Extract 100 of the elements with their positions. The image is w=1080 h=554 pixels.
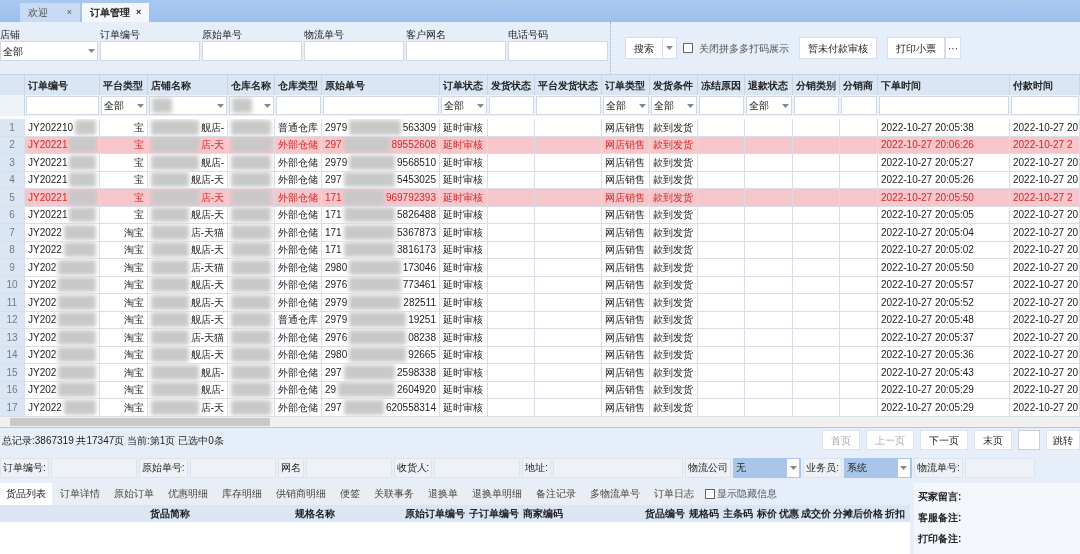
detail-tab[interactable]: 便签	[334, 482, 366, 505]
horizontal-scrollbar[interactable]	[0, 416, 1080, 427]
column-header[interactable]: 分销类别	[796, 77, 836, 93]
filter-select[interactable]: 全部	[101, 96, 147, 115]
tab[interactable]: 欢迎 ×	[20, 3, 80, 22]
column-header[interactable]: 订单类型	[605, 77, 645, 93]
filter-select[interactable]: 全部	[603, 96, 649, 115]
column-header[interactable]: 仓库名称	[231, 77, 271, 93]
order-row[interactable]: 10 JY202 淘宝 舰店-天 外部仓储 2976 773461 延时审核 网店销售 款到发货 2022-10-27 20:05:57 2022-10-27 20	[0, 276, 1080, 294]
filter-select[interactable]: 全部	[441, 96, 487, 115]
filter-field[interactable]	[1011, 96, 1079, 115]
column-header[interactable]: 货品编号	[645, 505, 689, 521]
column-header[interactable]: 平台发货状态	[538, 77, 598, 93]
detail-tab[interactable]: 退换单明细	[466, 482, 528, 505]
store-select[interactable]: 全部	[0, 41, 98, 61]
column-header[interactable]: 冻结原因	[701, 77, 741, 93]
column-header[interactable]: 成交价	[801, 505, 833, 521]
detail-tab[interactable]: 库存明细	[216, 482, 268, 505]
order-row[interactable]: 12 JY202 淘宝 舰店-天 普通仓库 2979 19251 延时审核 网店销售 款到发货 2022-10-27 20:05:48 2022-10-27 20	[0, 311, 1080, 329]
filter-field[interactable]	[536, 96, 601, 115]
pager-button[interactable]: 下一页	[920, 430, 968, 450]
filter-select[interactable]: 全部	[746, 96, 792, 115]
more-button[interactable]: ···	[945, 37, 961, 59]
detail-tab[interactable]: 备注记录	[530, 482, 582, 505]
dropdown-button[interactable]	[662, 38, 676, 58]
filter-field[interactable]	[276, 96, 321, 115]
detail-tab[interactable]: 优惠明细	[162, 482, 214, 505]
search-field[interactable]	[508, 41, 608, 61]
filter-field[interactable]	[323, 96, 439, 115]
column-header[interactable]: 商家编码	[523, 505, 645, 521]
search-field[interactable]	[304, 41, 404, 61]
checkbox[interactable]	[683, 43, 693, 53]
column-header[interactable]: 仓库类型	[278, 77, 318, 93]
toolbar-button[interactable]: 打印小票	[887, 37, 945, 59]
search-field[interactable]	[406, 41, 506, 61]
filter-select[interactable]	[149, 96, 227, 115]
column-header[interactable]: 主条码	[723, 505, 757, 521]
column-header[interactable]: 店铺名称	[151, 77, 191, 93]
select-field[interactable]: 无	[733, 457, 802, 478]
table-cell-text: 延时审核	[443, 155, 483, 170]
column-header[interactable]: 订单状态	[443, 77, 483, 93]
order-row[interactable]: 1 JY202210 宝 舰店- 普通仓库 2979 563309 延时审核 网店销售 款到发货 2022-10-27 20:05:38 2022-10-27 20	[0, 119, 1080, 137]
column-header[interactable]: 退款状态	[748, 77, 788, 93]
jump-button[interactable]: 跳转	[1046, 430, 1080, 450]
detail-tab[interactable]: 多物流单号	[584, 482, 646, 505]
page-field[interactable]	[1018, 430, 1040, 450]
search-field[interactable]	[100, 41, 200, 61]
filter-field[interactable]	[26, 96, 99, 115]
order-row[interactable]: 6 JY20221 宝 舰店-天 外部仓储 171 5826488 延时审核 网店销售 款到发货 2022-10-27 20:05:05 2022-10-27 20	[0, 206, 1080, 224]
detail-tab[interactable]: 货品列表	[0, 482, 52, 505]
filter-field[interactable]	[841, 96, 877, 115]
close-icon[interactable]: ×	[136, 5, 142, 20]
order-row[interactable]: 15 JY202 淘宝 舰店- 外部仓储 297 2598338 延时审核 网店销售 款到发货 2022-10-27 20:05:43 2022-10-27 20	[0, 364, 1080, 382]
column-header[interactable]: 发货状态	[491, 77, 531, 93]
order-row[interactable]: 13 JY202 淘宝 店-天猫 外部仓储 2976 08238 延时审核 网店销售 款到发货 2022-10-27 20:05:37 2022-10-27 20	[0, 329, 1080, 347]
detail-tab[interactable]: 关联事务	[368, 482, 420, 505]
column-header[interactable]: 发货条件	[653, 77, 693, 93]
order-row[interactable]: 3 JY20221 宝 舰店- 外部仓储 2979 9568510 延时审核 网店销售 款到发货 2022-10-27 20:05:27 2022-10-27 20	[0, 154, 1080, 172]
detail-tab[interactable]: 订单详情	[54, 482, 106, 505]
column-header[interactable]: 平台类型	[103, 77, 143, 93]
order-row[interactable]: 5 JY20221 宝 店-天 外部仓储 171 969792393 延时审核 网店销售 款到发货 2022-10-27 20:05:50 2022-10-27 2	[0, 189, 1080, 207]
filter-field[interactable]	[794, 96, 839, 115]
checkbox[interactable]	[705, 488, 715, 499]
filter-select[interactable]: 全部	[651, 96, 697, 115]
filter-select[interactable]	[229, 96, 274, 115]
column-header[interactable]: 优惠	[779, 505, 801, 521]
toolbar-button[interactable]: 暂未付款审核	[799, 37, 877, 59]
column-header[interactable]: 原始单号	[325, 77, 365, 93]
column-header[interactable]: 折扣	[885, 505, 907, 521]
search-field[interactable]	[202, 41, 302, 61]
column-header[interactable]: 分销商	[843, 77, 873, 93]
column-header[interactable]: 规格码	[689, 505, 723, 521]
order-row[interactable]: 8 JY2022 淘宝 舰店-天 外部仓储 171 3816173 延时审核 网店销售 款到发货 2022-10-27 20:05:02 2022-10-27 20	[0, 241, 1080, 259]
column-header[interactable]: 付款时间	[1013, 77, 1053, 93]
order-row[interactable]: 17 JY2022 淘宝 店-天 外部仓储 297 620558314 延时审核 网店销售 款到发货 2022-10-27 20:05:29 2022-10-27 20	[0, 399, 1080, 417]
order-row[interactable]: 16 JY202 淘宝 舰店- 外部仓储 29 2604920 延时审核 网店销售 款到发货 2022-10-27 20:05:29 2022-10-27 20	[0, 381, 1080, 399]
order-row[interactable]: 9 JY202 淘宝 店-天猫 外部仓储 2980 173046 延时审核 网店销售 款到发货 2022-10-27 20:05:50 2022-10-27 20	[0, 259, 1080, 277]
column-header[interactable]: 订单编号	[28, 77, 68, 93]
order-row[interactable]: 14 JY202 淘宝 舰店-天 外部仓储 2980 92665 延时审核 网店销售 款到发货 2022-10-27 20:05:36 2022-10-27 20	[0, 346, 1080, 364]
column-header[interactable]: 下单时间	[881, 77, 921, 93]
column-header[interactable]: 货品简称	[150, 505, 295, 521]
select-field[interactable]: 系统	[843, 457, 912, 478]
column-header[interactable]: 分摊后价格	[833, 505, 885, 521]
tab[interactable]: 订单管理 ×	[82, 3, 150, 22]
column-header[interactable]: 标价	[757, 505, 779, 521]
filter-field[interactable]	[879, 96, 1009, 115]
detail-tab[interactable]: 退换单	[422, 482, 464, 505]
column-header[interactable]: 子订单编号	[469, 505, 523, 521]
filter-field[interactable]	[489, 96, 534, 115]
column-header[interactable]: 原始订单编号	[405, 505, 469, 521]
detail-tab[interactable]: 原始订单	[108, 482, 160, 505]
column-header[interactable]: 规格名称	[295, 505, 405, 521]
detail-tab[interactable]: 订单日志	[648, 482, 700, 505]
redaction-blur	[151, 364, 199, 380]
filter-field[interactable]	[699, 96, 744, 115]
close-icon[interactable]: ×	[66, 5, 72, 20]
order-row[interactable]: 7 JY2022 淘宝 店-天猫 外部仓储 171 5367873 延时审核 网店销售 款到发货 2022-10-27 20:05:04 2022-10-27 20	[0, 224, 1080, 242]
detail-tab[interactable]: 供销商明细	[270, 482, 332, 505]
order-row[interactable]: 11 JY202 淘宝 舰店-天 外部仓储 2979 282511 延时审核 网店销售 款到发货 2022-10-27 20:05:52 2022-10-27 20	[0, 294, 1080, 312]
pager-button[interactable]: 末页	[974, 430, 1012, 450]
